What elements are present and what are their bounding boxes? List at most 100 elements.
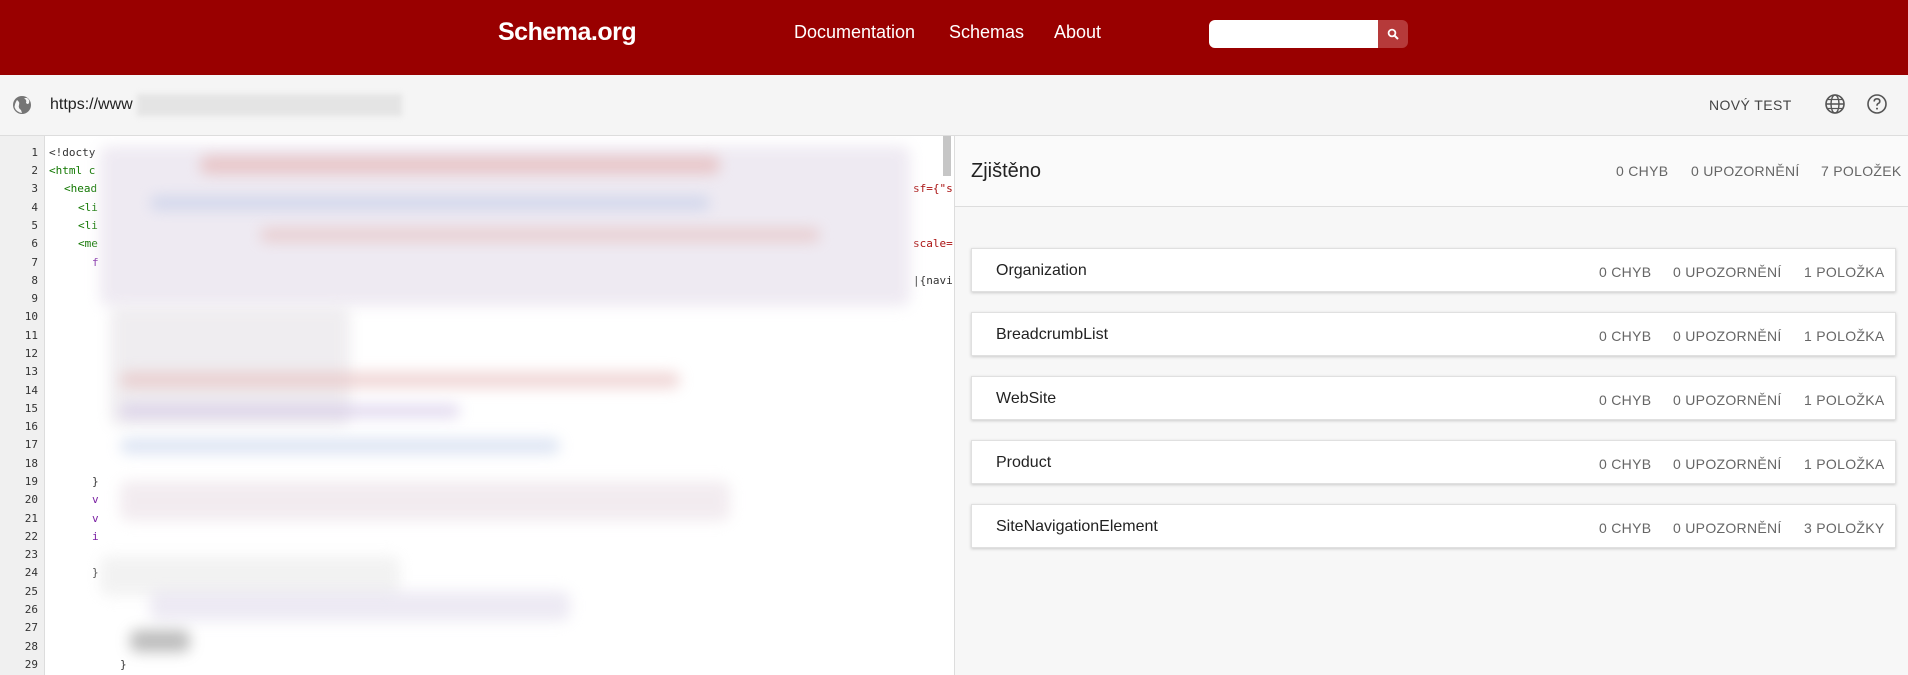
code-editor[interactable]: 1 2 3 4 5 6 7 8 9 10 11 12 13 14 15 16 1… [0,136,954,675]
code-line: <li [78,201,98,214]
line-number: 18 [24,457,38,470]
result-card-website[interactable]: WebSite 0 CHYB 0 UPOZORNĚNÍ 1 POLOŽKA [971,376,1896,420]
search-input[interactable] [1209,20,1378,48]
line-number: 23 [24,548,38,561]
result-items: 1 POLOŽKA [1804,392,1885,408]
line-number: 21 [24,512,38,525]
code-redacted [120,438,560,454]
code-line: <me [78,237,98,250]
code-redacted [120,372,680,388]
code-line: v [92,512,99,525]
line-number: 19 [24,475,38,488]
result-errors: 0 CHYB [1599,328,1652,344]
site-logo[interactable]: Schema.org [498,18,637,47]
code-redacted [130,630,190,652]
code-line: } [92,566,99,579]
help-icon[interactable] [1866,93,1888,115]
result-type-name: SiteNavigationElement [996,518,1158,535]
result-errors: 0 CHYB [1599,264,1652,280]
code-scrollbar[interactable] [943,136,951,176]
line-number: 14 [24,384,38,397]
results-panel: Zjištěno 0 CHYB 0 UPOZORNĚNÍ 7 POLOŽEK O… [955,136,1908,675]
code-line: <!docty [49,146,96,159]
result-warnings: 0 UPOZORNĚNÍ [1673,456,1782,472]
result-errors: 0 CHYB [1599,520,1652,536]
result-items: 1 POLOŽKA [1804,328,1885,344]
result-type-name: BreadcrumbList [996,326,1109,343]
line-number: 11 [24,329,38,342]
nav-about[interactable]: About [1054,22,1101,43]
line-number: 12 [24,347,38,360]
result-items: 1 POLOŽKA [1804,264,1885,280]
result-warnings: 0 UPOZORNĚNÍ [1673,328,1782,344]
globe-icon[interactable] [1824,93,1846,115]
line-number: 22 [24,530,38,543]
line-number: 3 [31,182,38,195]
top-header: Schema.org Documentation Schemas About [0,0,1908,75]
code-redacted [120,404,460,418]
code-redacted [200,156,720,174]
result-card-breadcrumblist[interactable]: BreadcrumbList 0 CHYB 0 UPOZORNĚNÍ 1 POL… [971,312,1896,356]
code-redacted [120,481,730,521]
new-test-button[interactable]: NOVÝ TEST [1709,97,1792,113]
line-number: 17 [24,438,38,451]
total-errors: 0 CHYB [1616,163,1669,179]
line-number: 4 [31,201,38,214]
line-number: 26 [24,603,38,616]
result-type-name: Product [996,454,1052,471]
code-redacted [150,591,570,621]
code-line: sf={"s [913,182,953,195]
nav-schemas[interactable]: Schemas [949,22,1024,43]
code-line: |{navi [913,274,953,287]
nav-documentation[interactable]: Documentation [794,22,915,43]
line-number: 28 [24,640,38,653]
code-redacted [100,556,400,596]
line-number: 16 [24,420,38,433]
line-number: 1 [31,146,38,159]
url-redacted [137,94,402,116]
line-gutter: 1 2 3 4 5 6 7 8 9 10 11 12 13 14 15 16 1… [0,136,45,675]
line-number: 27 [24,621,38,634]
code-line: i [92,530,99,543]
search-icon [1387,28,1399,40]
code-line: <li [78,219,98,232]
result-errors: 0 CHYB [1599,392,1652,408]
line-number: 10 [24,310,38,323]
code-line: } [92,475,99,488]
line-number: 8 [31,274,38,287]
line-number: 7 [31,256,38,269]
line-number: 9 [31,292,38,305]
result-type-name: WebSite [996,390,1057,407]
line-number: 2 [31,164,38,177]
code-line: } [120,658,127,671]
line-number: 15 [24,402,38,415]
total-warnings: 0 UPOZORNĚNÍ [1691,163,1800,179]
result-items: 3 POLOŽKY [1804,520,1885,536]
result-card-sitenavigationelement[interactable]: SiteNavigationElement 0 CHYB 0 UPOZORNĚN… [971,504,1896,548]
line-number: 20 [24,493,38,506]
result-errors: 0 CHYB [1599,456,1652,472]
search-button[interactable] [1378,20,1408,48]
url-text[interactable]: https://www [50,96,133,114]
line-number: 24 [24,566,38,579]
code-redacted [260,228,820,242]
line-number: 5 [31,219,38,232]
result-warnings: 0 UPOZORNĚNÍ [1673,520,1782,536]
globe-icon [13,96,31,114]
result-warnings: 0 UPOZORNĚNÍ [1673,392,1782,408]
total-items: 7 POLOŽEK [1821,163,1902,179]
line-number: 6 [31,237,38,250]
code-line: v [92,493,99,506]
results-header: Zjištěno 0 CHYB 0 UPOZORNĚNÍ 7 POLOŽEK [955,136,1908,207]
result-type-name: Organization [996,262,1087,279]
result-card-organization[interactable]: Organization 0 CHYB 0 UPOZORNĚNÍ 1 POLOŽ… [971,248,1896,292]
result-items: 1 POLOŽKA [1804,456,1885,472]
code-redacted [150,196,710,210]
code-line: <html c [49,164,96,177]
results-title: Zjištěno [971,160,1042,182]
result-card-product[interactable]: Product 0 CHYB 0 UPOZORNĚNÍ 1 POLOŽKA [971,440,1896,484]
line-number: 29 [24,658,38,671]
line-number: 13 [24,365,38,378]
code-line: <head [64,182,98,195]
url-bar: https://www NOVÝ TEST [0,75,1908,136]
